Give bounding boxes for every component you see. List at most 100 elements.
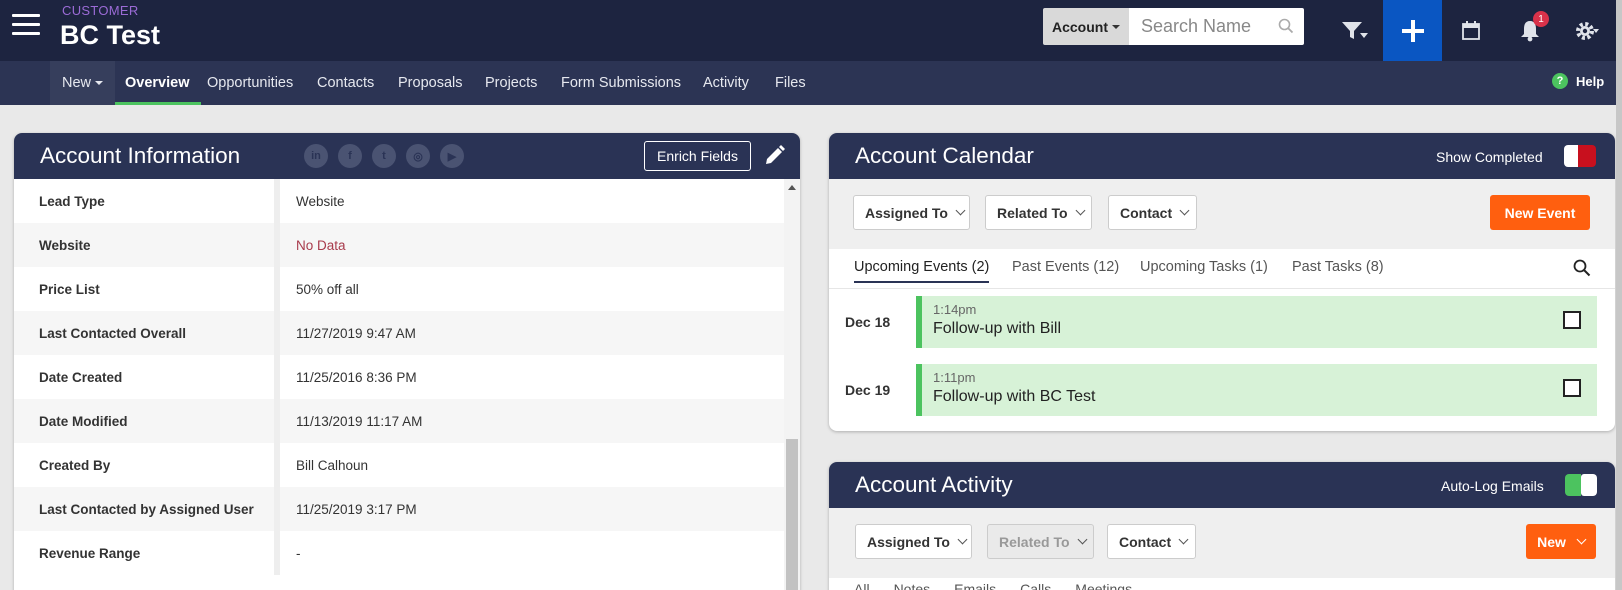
tab-past-tasks[interactable]: Past Tasks (8) <box>1292 259 1384 275</box>
event-complete-checkbox[interactable] <box>1563 311 1581 329</box>
account-fields: Lead Type Website Website No Data Price … <box>14 179 784 575</box>
field-value[interactable]: 11/27/2019 9:47 AM <box>274 311 784 355</box>
field-value[interactable]: 50% off all <box>274 267 784 311</box>
show-completed-toggle[interactable] <box>1564 145 1596 167</box>
account-calendar-header: Account Calendar Show Completed <box>829 133 1615 179</box>
tab-upcoming-tasks[interactable]: Upcoming Tasks (1) <box>1140 259 1268 275</box>
field-row: Last Contacted by Assigned User 11/25/20… <box>14 487 784 531</box>
event-card[interactable]: 1:14pm Follow-up with Bill <box>916 296 1597 348</box>
account-activity-title: Account Activity <box>855 472 1013 497</box>
field-value[interactable]: 11/25/2019 3:17 PM <box>274 487 784 531</box>
auto-log-emails-toggle[interactable] <box>1565 474 1597 496</box>
tab-meetings[interactable]: Meetings <box>1075 581 1132 590</box>
filter-icon <box>1342 21 1368 39</box>
field-label: Website <box>14 223 274 267</box>
chevron-down-icon <box>1576 534 1587 545</box>
chevron-down-icon <box>955 205 966 216</box>
field-row: Lead Type Website <box>14 179 784 223</box>
new-event-button[interactable]: New Event <box>1490 195 1590 230</box>
account-activity-panel: Account Activity Auto-Log Emails Assigne… <box>829 462 1615 590</box>
account-information-title: Account Information <box>40 143 241 168</box>
event-card[interactable]: 1:11pm Follow-up with BC Test <box>916 364 1597 416</box>
menu-icon[interactable] <box>12 14 40 38</box>
tab-notes[interactable]: Notes <box>894 581 931 590</box>
scrollbar-thumb[interactable] <box>786 439 798 590</box>
event-date: Dec 18 <box>845 314 891 330</box>
account-information-panel: Account Information in f t ◎ ▶ Enrich Fi… <box>14 133 800 590</box>
youtube-icon[interactable]: ▶ <box>440 144 464 168</box>
calendar-button[interactable] <box>1442 0 1500 61</box>
tab-all[interactable]: All <box>854 581 870 590</box>
search-icon[interactable] <box>1573 259 1591 277</box>
tab-emails[interactable]: Emails <box>954 581 996 590</box>
show-completed-label: Show Completed <box>1436 149 1543 165</box>
notification-badge: 1 <box>1533 11 1549 27</box>
related-to-dropdown[interactable]: Related To <box>985 195 1092 230</box>
field-label: Last Contacted Overall <box>14 311 274 355</box>
enrich-fields-button[interactable]: Enrich Fields <box>644 141 751 171</box>
field-value[interactable]: 11/25/2016 8:36 PM <box>274 355 784 399</box>
search-icon[interactable] <box>1278 18 1294 34</box>
tab-contacts[interactable]: Contacts <box>317 61 374 105</box>
event-title[interactable]: Follow-up with Bill <box>933 320 1061 338</box>
page-scrollbar[interactable] <box>1616 0 1622 590</box>
settings-button[interactable] <box>1558 0 1616 61</box>
tab-opportunities[interactable]: Opportunities <box>207 61 293 105</box>
field-label: Lead Type <box>14 179 274 223</box>
chevron-down-icon <box>1075 205 1085 216</box>
tab-projects[interactable]: Projects <box>485 61 537 105</box>
calendar-tabs: Upcoming Events (2) Past Events (12) Upc… <box>829 249 1615 289</box>
tab-upcoming-events[interactable]: Upcoming Events (2) <box>854 259 990 283</box>
related-to-label: Related To <box>999 533 1070 550</box>
filter-button[interactable] <box>1326 0 1384 61</box>
instagram-icon[interactable]: ◎ <box>406 144 430 168</box>
contact-label: Contact <box>1120 204 1173 221</box>
twitter-icon[interactable]: t <box>372 144 396 168</box>
new-menu-label: New <box>62 75 92 91</box>
field-row: Website No Data <box>14 223 784 267</box>
new-activity-label: New <box>1537 533 1566 550</box>
event-complete-checkbox[interactable] <box>1563 379 1581 397</box>
record-tabs: New Overview Opportunities Contacts Prop… <box>0 61 1622 105</box>
assigned-to-dropdown[interactable]: Assigned To <box>853 195 970 230</box>
contact-dropdown[interactable]: Contact <box>1108 195 1197 230</box>
caret-down-icon <box>95 81 104 85</box>
notifications-button[interactable]: 1 <box>1501 0 1559 61</box>
assigned-to-dropdown[interactable]: Assigned To <box>855 524 972 559</box>
field-value[interactable]: Bill Calhoun <box>274 443 784 487</box>
scroll-up-icon[interactable] <box>788 185 796 190</box>
field-value[interactable]: Website <box>274 179 784 223</box>
event-item[interactable]: Dec 18 1:14pm Follow-up with Bill <box>829 296 1615 348</box>
contact-dropdown[interactable]: Contact <box>1107 524 1196 559</box>
field-value[interactable]: No Data <box>274 223 784 267</box>
search-scope-dropdown[interactable]: Account <box>1043 8 1129 45</box>
new-menu-button[interactable]: New <box>50 61 116 105</box>
help-link[interactable]: ? Help <box>1552 73 1604 89</box>
tab-files[interactable]: Files <box>775 61 806 105</box>
tab-overview[interactable]: Overview <box>115 61 200 105</box>
linkedin-icon[interactable]: in <box>304 144 328 168</box>
tab-past-events[interactable]: Past Events (12) <box>1012 259 1119 275</box>
tab-calls[interactable]: Calls <box>1020 581 1051 590</box>
related-to-dropdown[interactable]: Related To <box>987 524 1094 559</box>
help-label: Help <box>1576 73 1605 89</box>
pencil-icon[interactable] <box>763 145 785 167</box>
tab-proposals[interactable]: Proposals <box>398 61 462 105</box>
fields-scrollbar[interactable] <box>784 179 800 590</box>
chevron-down-icon <box>1178 534 1189 545</box>
facebook-icon[interactable]: f <box>338 144 362 168</box>
tab-form-submissions[interactable]: Form Submissions <box>561 61 681 105</box>
chevron-down-icon <box>1179 205 1190 216</box>
field-value[interactable]: - <box>274 531 784 575</box>
tab-activity[interactable]: Activity <box>703 61 749 105</box>
field-row: Date Modified 11/13/2019 11:17 AM <box>14 399 784 443</box>
calendar-filters: Assigned To Related To Contact New Event <box>829 179 1615 249</box>
new-activity-button[interactable]: New <box>1526 524 1596 559</box>
add-button[interactable] <box>1383 0 1442 61</box>
event-item[interactable]: Dec 19 1:11pm Follow-up with BC Test <box>829 364 1615 416</box>
event-title[interactable]: Follow-up with BC Test <box>933 388 1095 406</box>
page-title: BC Test <box>60 20 161 50</box>
event-time: 1:11pm <box>933 370 976 385</box>
gear-icon <box>1576 21 1599 40</box>
field-value[interactable]: 11/13/2019 11:17 AM <box>274 399 784 443</box>
